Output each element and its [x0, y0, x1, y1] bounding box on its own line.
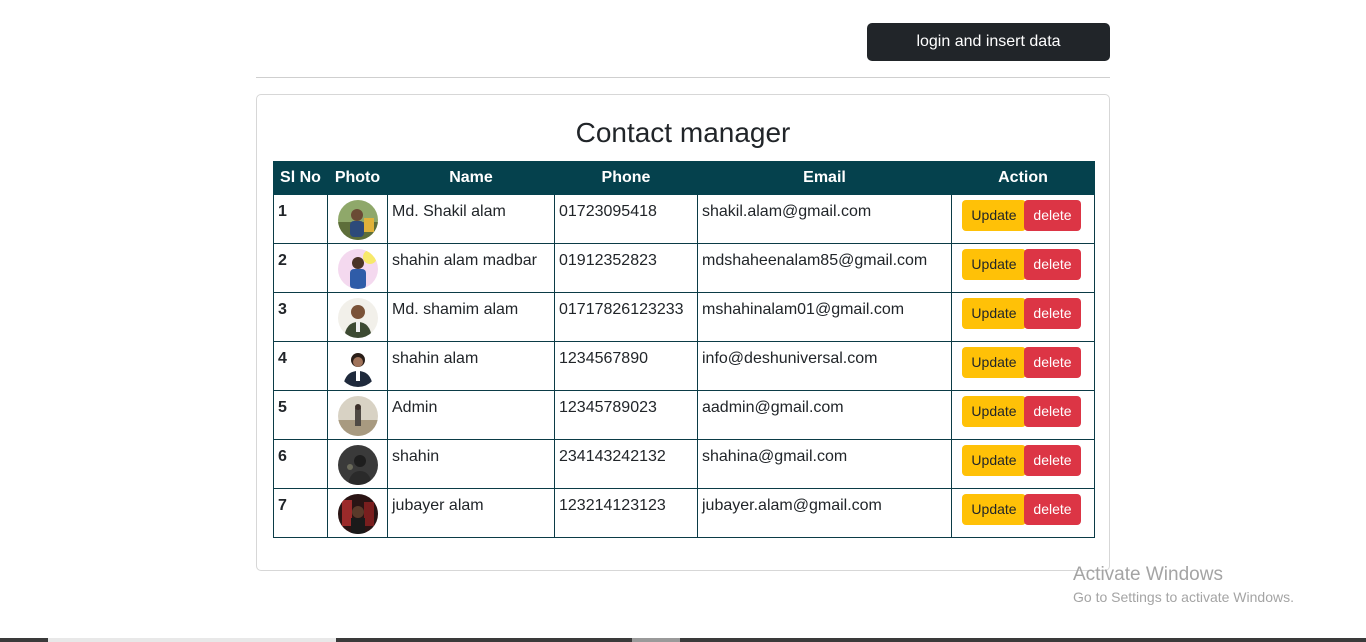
delete-button[interactable]: delete	[1024, 298, 1081, 329]
delete-button[interactable]: delete	[1024, 494, 1081, 525]
photo-cell	[327, 243, 388, 293]
action-cell: Update delete	[951, 439, 1095, 489]
action-cell: Update delete	[951, 194, 1095, 244]
table-row: 3 Md. shamim alam 01717826123233 mshahin…	[273, 292, 1095, 342]
table-row: 5 Admin 12345789023 aadmin@gmail.com Upd…	[273, 390, 1095, 440]
sl-cell: 7	[273, 488, 328, 538]
phone-cell: 01723095418	[554, 194, 698, 244]
update-button[interactable]: Update	[962, 347, 1026, 378]
update-button[interactable]: Update	[962, 494, 1026, 525]
photo-cell	[327, 390, 388, 440]
contact-card: Contact manager Sl No Photo Name Phone E…	[256, 94, 1110, 571]
name-cell: Md. shamim alam	[387, 292, 555, 342]
name-cell: jubayer alam	[387, 488, 555, 538]
update-button[interactable]: Update	[962, 445, 1026, 476]
name-cell: shahin alam madbar	[387, 243, 555, 293]
delete-button[interactable]: delete	[1024, 445, 1081, 476]
column-header-action: Action	[951, 161, 1095, 195]
phone-cell: 1234567890	[554, 341, 698, 391]
column-header-sl: Sl No	[273, 161, 328, 195]
column-header-photo: Photo	[327, 161, 388, 195]
avatar	[337, 298, 378, 338]
email-cell: mdshaheenalam85@gmail.com	[697, 243, 952, 293]
column-header-phone: Phone	[554, 161, 698, 195]
watermark-subtitle: Go to Settings to activate Windows.	[1073, 589, 1294, 605]
email-cell: aadmin@gmail.com	[697, 390, 952, 440]
action-cell: Update delete	[951, 488, 1095, 538]
phone-cell: 234143242132	[554, 439, 698, 489]
table-row: 4 shahin alam 1234567890 info@deshuniver…	[273, 341, 1095, 391]
name-cell: Admin	[387, 390, 555, 440]
update-button[interactable]: Update	[962, 249, 1026, 280]
email-cell: mshahinalam01@gmail.com	[697, 292, 952, 342]
sl-cell: 2	[273, 243, 328, 293]
phone-cell: 12345789023	[554, 390, 698, 440]
delete-button[interactable]: delete	[1024, 347, 1081, 378]
sl-cell: 5	[273, 390, 328, 440]
delete-button[interactable]: delete	[1024, 200, 1081, 231]
avatar	[337, 249, 378, 289]
activate-windows-watermark: Activate Windows Go to Settings to activ…	[1073, 563, 1294, 606]
phone-cell: 123214123123	[554, 488, 698, 538]
login-insert-button[interactable]: login and insert data	[867, 23, 1110, 61]
table-header-row: Sl No Photo Name Phone Email Action	[273, 161, 1095, 195]
photo-cell	[327, 341, 388, 391]
table-row: 6 shahin 234143242132 shahina@gmail.com …	[273, 439, 1095, 489]
update-button[interactable]: Update	[962, 396, 1026, 427]
action-cell: Update delete	[951, 390, 1095, 440]
photo-cell	[327, 488, 388, 538]
name-cell: shahin alam	[387, 341, 555, 391]
taskbar-segment	[632, 638, 680, 642]
action-cell: Update delete	[951, 341, 1095, 391]
avatar	[337, 494, 378, 534]
taskbar-strip	[0, 638, 1366, 642]
page-title: Contact manager	[575, 117, 791, 148]
column-header-email: Email	[697, 161, 952, 195]
name-cell: Md. Shakil alam	[387, 194, 555, 244]
avatar	[337, 445, 378, 485]
avatar	[337, 347, 378, 387]
email-cell: shakil.alam@gmail.com	[697, 194, 952, 244]
table-row: 1 Md. Shakil alam 01723095418 shakil.ala…	[273, 194, 1095, 244]
header-divider	[256, 77, 1110, 78]
sl-cell: 4	[273, 341, 328, 391]
photo-cell	[327, 194, 388, 244]
action-cell: Update delete	[951, 243, 1095, 293]
update-button[interactable]: Update	[962, 298, 1026, 329]
name-cell: shahin	[387, 439, 555, 489]
avatar	[337, 396, 378, 436]
phone-cell: 01717826123233	[554, 292, 698, 342]
photo-cell	[327, 439, 388, 489]
email-cell: shahina@gmail.com	[697, 439, 952, 489]
delete-button[interactable]: delete	[1024, 249, 1081, 280]
email-cell: info@deshuniversal.com	[697, 341, 952, 391]
column-header-name: Name	[387, 161, 555, 195]
email-cell: jubayer.alam@gmail.com	[697, 488, 952, 538]
phone-cell: 01912352823	[554, 243, 698, 293]
delete-button[interactable]: delete	[1024, 396, 1081, 427]
avatar	[337, 200, 378, 240]
update-button[interactable]: Update	[962, 200, 1026, 231]
table-row: 7 jubayer alam 123214123123 jubayer.alam…	[273, 488, 1095, 538]
sl-cell: 6	[273, 439, 328, 489]
contacts-table: Sl No Photo Name Phone Email Action 1 Md…	[273, 161, 1095, 538]
taskbar-segment	[48, 638, 336, 642]
sl-cell: 3	[273, 292, 328, 342]
photo-cell	[327, 292, 388, 342]
table-row: 2 shahin alam madbar 01912352823 mdshahe…	[273, 243, 1095, 293]
action-cell: Update delete	[951, 292, 1095, 342]
watermark-title: Activate Windows	[1073, 564, 1223, 585]
sl-cell: 1	[273, 194, 328, 244]
